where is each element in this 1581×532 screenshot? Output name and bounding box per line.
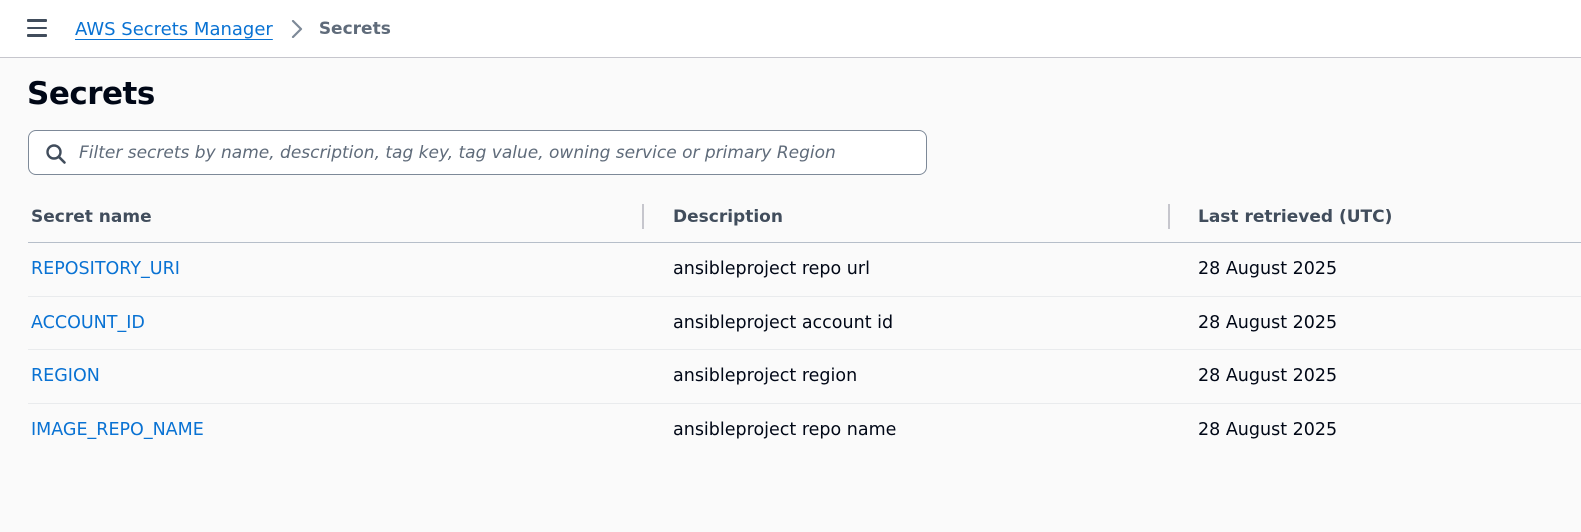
table-row: REPOSITORY_URI ansibleproject repo url 2… <box>28 243 1581 297</box>
search-input[interactable] <box>79 133 919 172</box>
breadcrumb-current-page: Secrets <box>318 19 391 39</box>
secret-last-retrieved: 28 August 2025 <box>1198 312 1338 333</box>
column-header-secret-name[interactable]: Secret name <box>31 207 152 227</box>
column-resize-handle[interactable] <box>1168 204 1170 229</box>
breadcrumb-link-secrets-manager[interactable]: AWS Secrets Manager <box>75 19 273 40</box>
search-filter-box[interactable] <box>28 130 927 175</box>
secret-description: ansibleproject account id <box>673 312 894 333</box>
secret-last-retrieved: 28 August 2025 <box>1198 419 1338 440</box>
page-title: Secrets <box>27 76 155 112</box>
column-resize-handle[interactable] <box>642 204 644 229</box>
table-row: IMAGE_REPO_NAME ansibleproject repo name… <box>28 404 1581 458</box>
secrets-table: Secret name Description Last retrieved (… <box>28 195 1581 457</box>
chevron-right-icon <box>285 19 309 39</box>
search-icon <box>45 143 67 165</box>
secret-name-link[interactable]: REGION <box>31 366 100 386</box>
secret-last-retrieved: 28 August 2025 <box>1198 366 1338 386</box>
secret-description: ansibleproject region <box>673 366 858 386</box>
column-header-description[interactable]: Description <box>673 207 783 227</box>
secret-name-link[interactable]: ACCOUNT_ID <box>31 313 145 333</box>
column-header-last-retrieved[interactable]: Last retrieved (UTC) <box>1198 207 1392 227</box>
secret-name-link[interactable]: IMAGE_REPO_NAME <box>31 420 204 440</box>
secret-description: ansibleproject repo url <box>673 259 870 279</box>
secret-last-retrieved: 28 August 2025 <box>1198 259 1338 279</box>
breadcrumb: AWS Secrets Manager Secrets <box>75 17 391 41</box>
secret-description: ansibleproject repo name <box>673 419 897 440</box>
table-header: Secret name Description Last retrieved (… <box>28 195 1581 243</box>
table-row: REGION ansibleproject region 28 August 2… <box>28 350 1581 404</box>
table-row: ACCOUNT_ID ansibleproject account id 28 … <box>28 297 1581 350</box>
secret-name-link[interactable]: REPOSITORY_URI <box>31 259 180 279</box>
hamburger-menu-icon[interactable] <box>27 19 47 37</box>
top-navigation-bar: AWS Secrets Manager Secrets <box>0 0 1581 58</box>
